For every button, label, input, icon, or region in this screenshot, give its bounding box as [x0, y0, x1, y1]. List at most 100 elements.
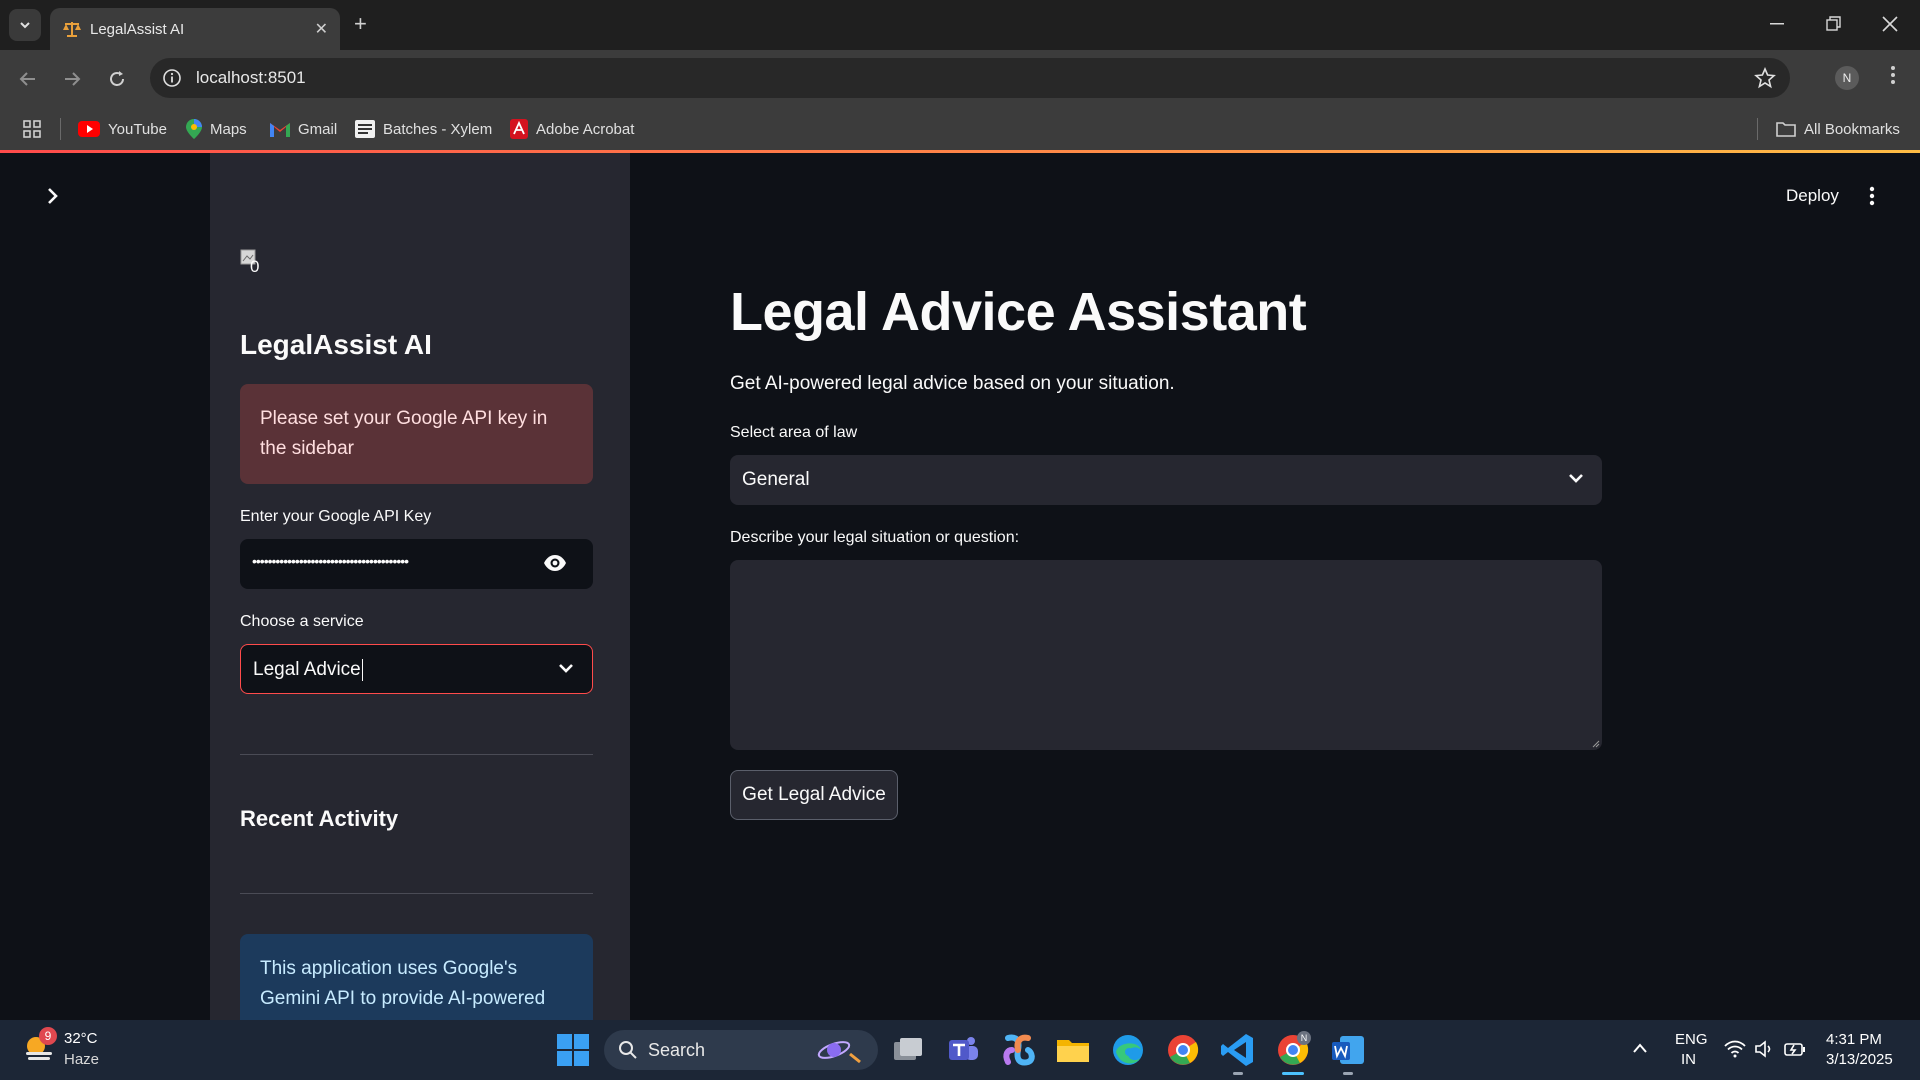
recent-activity-title: Recent Activity [240, 806, 399, 831]
bookmark-separator [60, 118, 61, 140]
reload-icon[interactable] [107, 69, 127, 89]
search-label: Search [648, 1040, 706, 1060]
restore-icon[interactable] [1826, 12, 1842, 36]
api-key-value: •••••••••••••••••••••••••••••••••••••••• [252, 553, 409, 569]
bookmark-star-icon[interactable] [1754, 67, 1776, 89]
close-window-icon[interactable] [1882, 12, 1898, 36]
api-key-input[interactable]: •••••••••••••••••••••••••••••••••••••••• [240, 539, 593, 589]
area-of-law-select[interactable]: General [730, 455, 1602, 505]
bookmark-adobe-acrobat[interactable]: Adobe Acrobat [510, 118, 634, 140]
bookmark-label: Gmail [298, 120, 338, 138]
gmail-icon [270, 123, 290, 137]
windows-taskbar: 9 32°C Haze Search N ENG IN 4:31 PM 3/13… [0, 1020, 1920, 1080]
xylem-icon [355, 120, 375, 138]
chrome-profile-icon[interactable]: N [1273, 1030, 1313, 1070]
tab-search-button[interactable] [9, 9, 41, 41]
area-of-law-label: Select area of law [730, 424, 858, 441]
chevron-down-icon [1569, 474, 1583, 483]
browser-toolbar: localhost:8501 N [0, 50, 1920, 108]
streamlit-app: 0 LegalAssist AI Please set your Google … [0, 153, 1920, 1020]
logo-image: 0 [240, 249, 270, 276]
service-label: Choose a service [240, 613, 364, 630]
bookmark-youtube[interactable]: YouTube [78, 118, 167, 140]
running-indicator [1233, 1072, 1243, 1075]
bookmark-label: Batches - Xylem [383, 120, 493, 138]
chevron-down-icon [559, 664, 573, 673]
bookmark-gmail[interactable]: Gmail [270, 118, 337, 140]
clock-time[interactable]: 4:31 PM [1826, 1031, 1882, 1048]
bookmark-label: YouTube [108, 120, 167, 138]
sidebar-divider [240, 754, 593, 755]
app-info-box: This application uses Google's Gemini AP… [240, 934, 593, 1020]
chrome-icon[interactable] [1163, 1030, 1203, 1070]
profile-avatar[interactable]: N [1835, 66, 1859, 90]
browser-tab-active[interactable]: LegalAssist AI ✕ [50, 8, 340, 50]
language-indicator[interactable]: ENG [1675, 1031, 1708, 1048]
search-highlight-icon [817, 1041, 861, 1064]
all-bookmarks-button[interactable]: All Bookmarks [1776, 118, 1900, 140]
region-indicator: IN [1681, 1051, 1696, 1068]
weather-temperature: 32°C [64, 1030, 98, 1047]
forward-icon[interactable] [62, 69, 82, 89]
teams-icon[interactable] [943, 1030, 983, 1070]
api-key-label: Enter your Google API Key [240, 508, 432, 525]
file-explorer-icon[interactable] [1053, 1030, 1093, 1070]
resize-handle-icon[interactable] [1592, 740, 1600, 748]
tab-title: LegalAssist AI [90, 21, 185, 38]
bookmark-batches-xylem[interactable]: Batches - Xylem [355, 118, 492, 140]
bookmark-label: Adobe Acrobat [536, 120, 635, 138]
sidebar: 0 LegalAssist AI Please set your Google … [210, 153, 630, 1020]
search-icon [619, 1041, 637, 1059]
service-select-value: Legal Advice [253, 659, 363, 681]
service-select-text: Legal Advice [253, 659, 361, 681]
copilot-icon[interactable] [998, 1030, 1038, 1070]
svg-text:N: N [1301, 1033, 1308, 1043]
bookmark-maps[interactable]: Maps [186, 118, 247, 140]
active-indicator [1282, 1072, 1304, 1075]
vscode-icon[interactable] [1218, 1030, 1258, 1070]
new-tab-icon[interactable]: + [354, 12, 367, 36]
task-view-icon[interactable] [888, 1030, 928, 1070]
bookmark-separator [1757, 118, 1758, 140]
taskbar-search[interactable]: Search [604, 1030, 878, 1070]
browser-menu-icon[interactable] [1890, 64, 1896, 86]
situation-textarea[interactable] [730, 560, 1602, 750]
text-caret [361, 659, 363, 681]
deploy-button[interactable]: Deploy [1786, 186, 1839, 206]
battery-icon[interactable] [1784, 1040, 1806, 1058]
get-legal-advice-button[interactable]: Get Legal Advice [730, 770, 898, 820]
page-subtitle: Get AI-powered legal advice based on you… [730, 373, 1175, 394]
close-tab-icon[interactable]: ✕ [315, 19, 328, 39]
windows-start-icon[interactable] [553, 1030, 593, 1070]
bookmarks-bar: YouTube Maps Gmail Batches - Xylem Adobe… [0, 108, 1920, 150]
edge-icon[interactable] [1108, 1030, 1148, 1070]
show-password-eye-icon[interactable] [543, 554, 567, 572]
word-icon[interactable] [1328, 1030, 1368, 1070]
back-icon[interactable] [18, 69, 38, 89]
main-menu-icon[interactable] [1869, 185, 1875, 207]
sidebar-divider [240, 893, 593, 894]
service-select[interactable]: Legal Advice [240, 644, 593, 694]
expand-sidebar-icon[interactable] [44, 187, 62, 205]
bookmark-label: Maps [210, 120, 247, 138]
address-bar[interactable]: localhost:8501 [150, 58, 1790, 98]
wifi-icon[interactable] [1724, 1040, 1746, 1058]
site-info-icon[interactable] [162, 68, 182, 88]
browser-tab-bar: LegalAssist AI ✕ + [0, 0, 1920, 50]
weather-badge: 9 [39, 1027, 57, 1045]
volume-icon[interactable] [1754, 1040, 1774, 1058]
maps-pin-icon [186, 119, 202, 139]
show-hidden-icons-chevron-icon[interactable] [1632, 1042, 1648, 1054]
apps-grid-icon[interactable] [22, 118, 42, 140]
clock-date[interactable]: 3/13/2025 [1826, 1051, 1893, 1068]
youtube-icon [78, 121, 100, 137]
situation-label: Describe your legal situation or questio… [730, 529, 1020, 546]
running-indicator [1343, 1072, 1353, 1075]
area-of-law-value: General [742, 469, 810, 490]
acrobat-icon [510, 119, 528, 139]
minimize-icon[interactable] [1770, 12, 1784, 36]
all-bookmarks-label: All Bookmarks [1804, 120, 1900, 138]
folder-icon [1776, 122, 1796, 137]
page-title: Legal Advice Assistant [730, 282, 1307, 342]
logo-alt-text: 0 [250, 257, 260, 276]
